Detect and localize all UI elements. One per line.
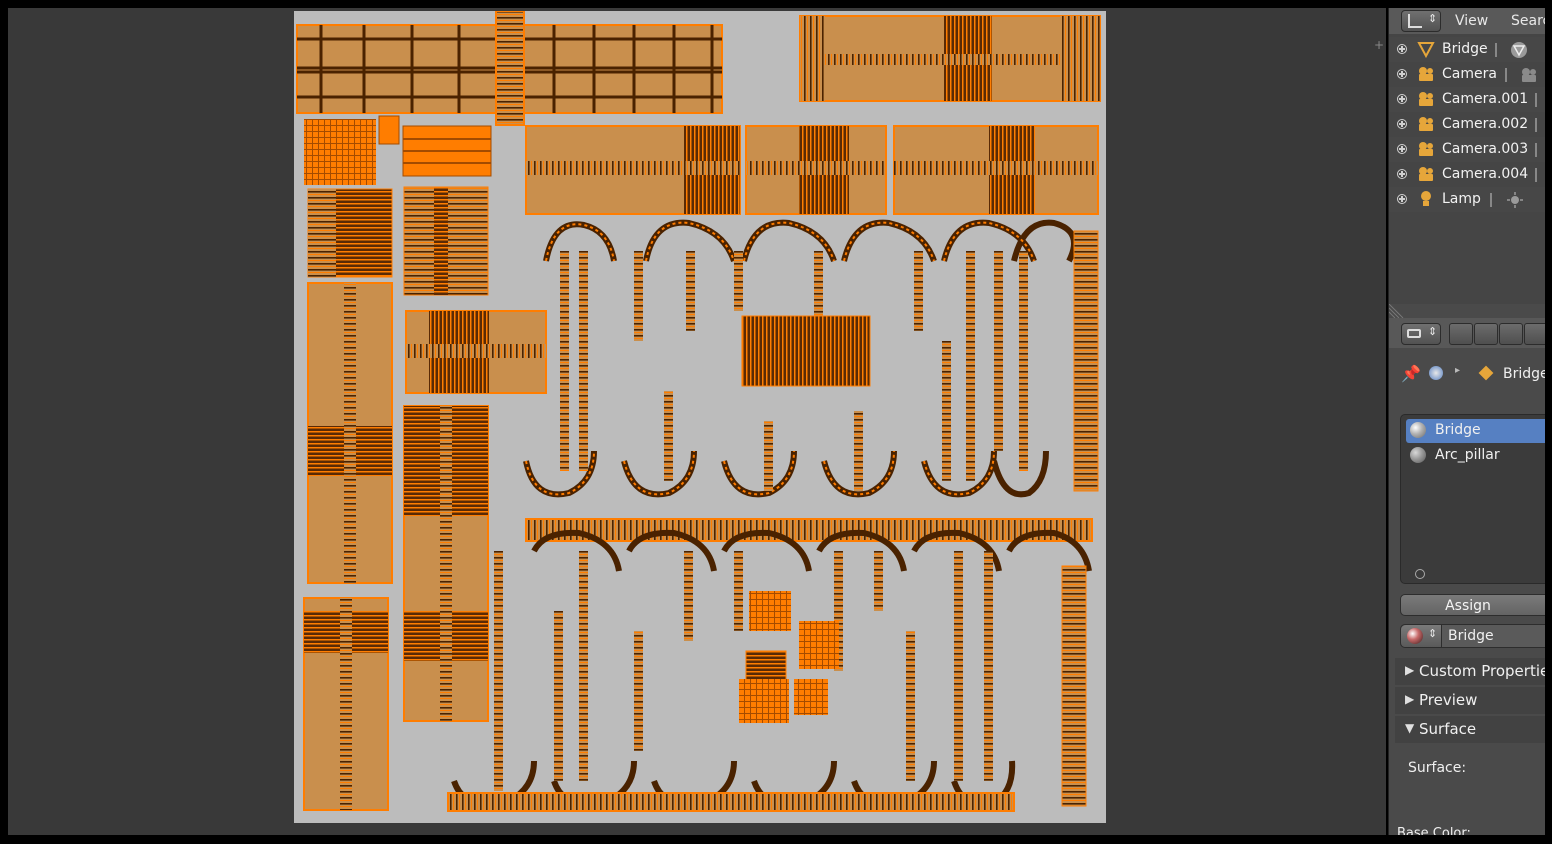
camera-data-icon[interactable] — [1520, 66, 1538, 84]
uv-island-columns — [303, 186, 547, 811]
material-slot-label: Bridge — [1435, 422, 1481, 438]
outliner-item-label: Camera — [1442, 66, 1497, 82]
expand-icon[interactable] — [1397, 94, 1407, 104]
uv-texture-canvas[interactable] — [294, 11, 1106, 823]
material-sphere-icon — [1410, 422, 1426, 438]
outliner-item-label: Bridge — [1442, 41, 1488, 57]
mesh-icon — [1417, 40, 1435, 59]
properties-icon — [1407, 329, 1421, 338]
material-slot-bridge[interactable]: Bridge — [1406, 419, 1545, 443]
separator — [1495, 43, 1497, 57]
editor-type-button[interactable]: ⇕ — [1401, 10, 1441, 32]
list-resize-icon[interactable] — [1415, 569, 1425, 579]
expand-arrow-icon: ▶ — [1405, 692, 1415, 706]
panel-label: Custom Properties — [1419, 662, 1545, 680]
lamp-icon — [1417, 190, 1435, 208]
expand-icon[interactable] — [1397, 44, 1407, 54]
object-tab-icon[interactable] — [1524, 323, 1545, 345]
outliner-row-camera-001[interactable]: Camera.001 — [1389, 87, 1545, 112]
camera-icon — [1417, 90, 1435, 108]
pin-icon[interactable]: 📌 — [1401, 364, 1421, 383]
chevron-updown-icon: ⇕ — [1428, 325, 1438, 338]
scene-tab-icon[interactable] — [1474, 323, 1498, 345]
material-slot-list[interactable]: Bridge Arc_pillar — [1400, 414, 1545, 584]
outliner-icon — [1408, 14, 1422, 28]
editor-type-button[interactable]: ⇕ — [1401, 323, 1441, 345]
chevron-updown-icon: ⇕ — [1428, 12, 1438, 25]
uv-island-deck-right — [799, 15, 1101, 102]
render-tab-icon[interactable] — [1449, 323, 1473, 345]
panel-label: Preview — [1419, 691, 1478, 709]
material-slot-label: Arc_pillar — [1435, 447, 1500, 463]
view-menu[interactable]: View — [1455, 13, 1488, 29]
panel-preview[interactable]: ▶ Preview — [1395, 687, 1545, 714]
collapse-arrow-icon: ▼ — [1405, 721, 1415, 735]
expand-icon[interactable] — [1397, 194, 1407, 204]
panel-surface[interactable]: ▼ Surface — [1395, 716, 1545, 743]
assign-button[interactable]: Assign — [1400, 594, 1545, 616]
outliner-row-camera[interactable]: Camera — [1389, 62, 1545, 87]
outliner-row-camera-002[interactable]: Camera.002 — [1389, 112, 1545, 137]
panel-custom-properties[interactable]: ▶ Custom Properties — [1395, 658, 1545, 685]
uv-island-arches-lower — [447, 518, 1093, 812]
outliner-row-camera-004[interactable]: Camera.004 — [1389, 162, 1545, 187]
panel-label: Surface — [1419, 720, 1477, 738]
material-slot-arc-pillar[interactable]: Arc_pillar — [1406, 444, 1545, 468]
area-split-icon[interactable]: + — [1372, 38, 1386, 52]
material-selector[interactable]: ⇕ Bridge — [1400, 624, 1545, 648]
material-browse-button[interactable]: ⇕ — [1401, 625, 1442, 647]
expand-icon[interactable] — [1397, 144, 1407, 154]
breadcrumb-object-label: Bridge — [1503, 366, 1545, 382]
camera-icon — [1417, 140, 1435, 158]
mesh-data-icon[interactable] — [1510, 41, 1528, 59]
uv-image-editor[interactable]: + — [8, 8, 1386, 835]
surface-label: Surface: — [1408, 760, 1467, 776]
outliner-item-label: Camera.003 — [1442, 141, 1529, 157]
outliner-item-label: Camera.004 — [1442, 166, 1529, 182]
material-name: Bridge — [1448, 628, 1494, 644]
search-menu[interactable]: Search — [1511, 13, 1545, 29]
outliner-row-camera-003[interactable]: Camera.003 — [1389, 137, 1545, 162]
uv-island-deck-top — [296, 11, 723, 126]
outliner-row-bridge[interactable]: Bridge — [1389, 37, 1545, 62]
expand-icon[interactable] — [1397, 169, 1407, 179]
uv-island-pillars-upper — [560, 230, 1099, 492]
uv-islands[interactable] — [294, 11, 1106, 823]
outliner-header: ⇕ View Search — [1389, 8, 1545, 34]
scene-link-icon — [1429, 366, 1443, 380]
camera-icon — [1417, 165, 1435, 183]
separator — [1535, 168, 1537, 182]
outliner-row-lamp[interactable]: Lamp — [1389, 187, 1545, 212]
world-tab-icon[interactable] — [1499, 323, 1523, 345]
base-color-label: Base Color: — [1397, 826, 1471, 835]
outliner-item-label: Lamp — [1442, 191, 1481, 207]
separator — [1535, 93, 1537, 107]
uv-island-small-pieces — [304, 115, 492, 185]
outliner: ⇕ View Search Bridge — [1389, 8, 1545, 304]
uv-island-beams — [525, 125, 1099, 215]
separator — [1535, 118, 1537, 132]
lamp-data-icon[interactable] — [1506, 191, 1524, 209]
chevron-updown-icon: ⇕ — [1428, 627, 1438, 640]
outliner-item-label: Camera.001 — [1442, 91, 1529, 107]
material-sphere-icon — [1410, 447, 1426, 463]
properties-header: ⇕ — [1389, 318, 1545, 348]
properties-editor: ⇕ 📌 ▸ Bridge Bridge Arc_pillar Assign ⇕ … — [1389, 318, 1545, 835]
side-panel: ⇕ View Search Bridge — [1388, 8, 1545, 835]
separator — [1535, 143, 1537, 157]
material-sphere-icon — [1407, 628, 1423, 644]
chevron-right-icon: ▸ — [1455, 365, 1461, 376]
outliner-item-label: Camera.002 — [1442, 116, 1529, 132]
object-cube-icon — [1478, 365, 1494, 381]
camera-icon — [1417, 115, 1435, 133]
expand-arrow-icon: ▶ — [1405, 663, 1415, 677]
area-resize-handle[interactable] — [1389, 303, 1409, 319]
camera-icon — [1417, 65, 1435, 83]
expand-icon[interactable] — [1397, 69, 1407, 79]
expand-icon[interactable] — [1397, 119, 1407, 129]
separator — [1490, 193, 1492, 207]
breadcrumb: 📌 ▸ Bridge — [1389, 362, 1545, 388]
separator — [1505, 68, 1507, 82]
